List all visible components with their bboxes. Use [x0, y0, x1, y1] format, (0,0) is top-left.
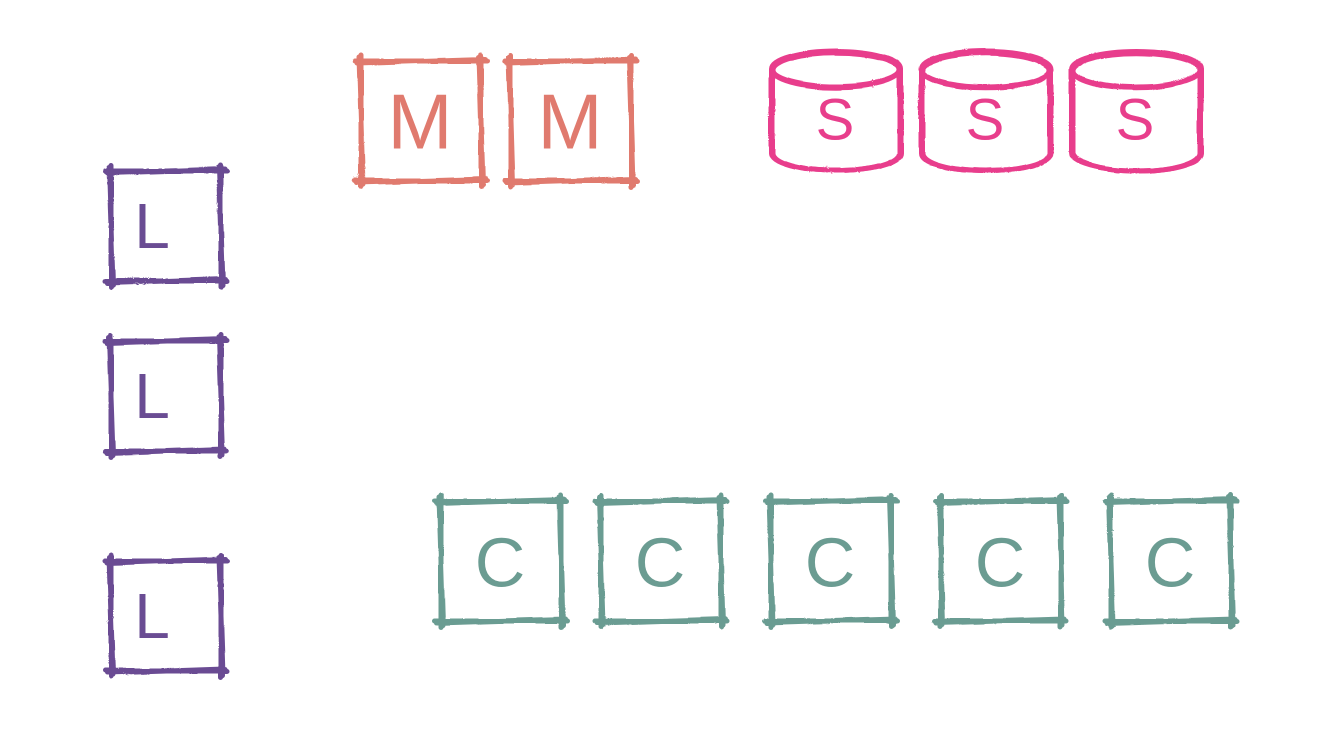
nodes: L L L MM S S S C C C C C — [104, 50, 1236, 676]
node-s-2-label: S — [1116, 87, 1155, 152]
node-c-3-label: C — [975, 523, 1026, 601]
node-c-2-label: C — [805, 523, 856, 601]
architecture-diagram: L L L MM S S S C C C C C — [0, 0, 1341, 741]
node-c-4-label: C — [1145, 523, 1196, 601]
node-m-0-label: M — [388, 78, 453, 166]
node-l-0-label: L — [134, 190, 170, 262]
node-m-1-label: M — [538, 78, 603, 166]
node-l-1-label: L — [134, 360, 170, 432]
node-s-0-label: S — [816, 87, 855, 152]
node-l-2-label: L — [134, 580, 170, 652]
node-c-1-label: C — [635, 523, 686, 601]
node-s-1-label: S — [966, 87, 1005, 152]
node-c-0-label: C — [475, 523, 526, 601]
